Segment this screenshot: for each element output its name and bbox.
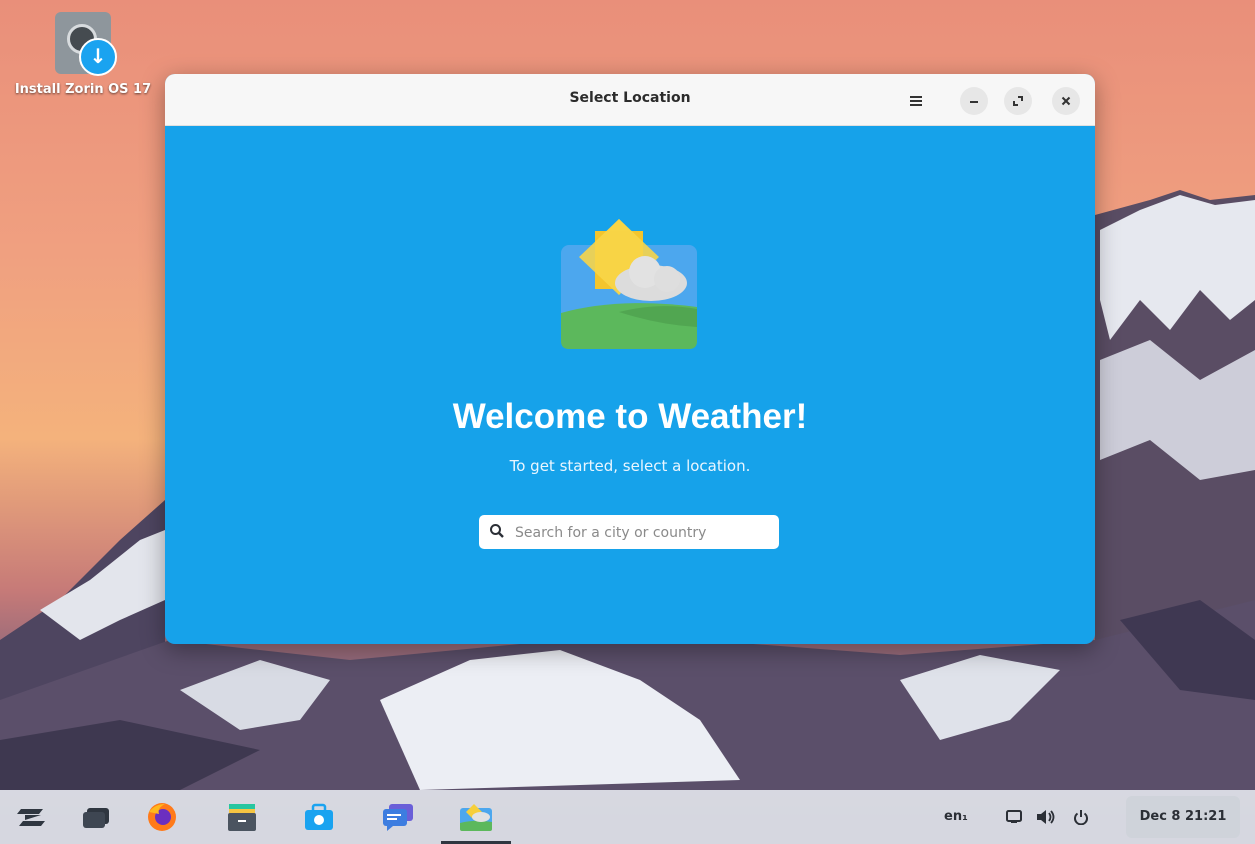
files-launcher[interactable]: [225, 802, 257, 832]
power-icon[interactable]: [1073, 809, 1089, 825]
location-search-box[interactable]: [479, 515, 779, 549]
taskbar: en₁ Dec 8 21:21: [0, 790, 1255, 844]
close-button[interactable]: [1052, 87, 1080, 115]
location-search-input[interactable]: [513, 519, 767, 547]
clock[interactable]: Dec 8 21:21: [1126, 796, 1240, 838]
volume-icon[interactable]: [1036, 809, 1056, 825]
download-icon: ↓: [79, 38, 117, 76]
screen-icon[interactable]: [1006, 810, 1022, 824]
hamburger-menu-icon: [910, 96, 922, 106]
maximize-icon: [1013, 96, 1023, 106]
zorin-menu-button[interactable]: [17, 802, 49, 832]
chat-icon: [383, 804, 413, 831]
workspace-switcher-button[interactable]: [81, 802, 113, 832]
window-title: Select Location: [569, 90, 691, 106]
hamburger-menu-button[interactable]: [902, 87, 930, 115]
weather-launcher[interactable]: [459, 802, 492, 832]
zorin-logo-icon: [17, 809, 45, 826]
firefox-icon: [148, 803, 176, 831]
chat-launcher[interactable]: [381, 802, 413, 832]
firefox-launcher[interactable]: [145, 802, 177, 832]
workspace-switcher-icon: [83, 808, 109, 828]
weather-window: Select Location Welcome to Weather! To g…: [165, 74, 1095, 644]
welcome-heading: Welcome to Weather!: [452, 397, 808, 436]
minimize-button[interactable]: [960, 87, 988, 115]
software-store-icon: [305, 803, 333, 830]
close-icon: [1061, 96, 1071, 106]
desktop-icon-label: Install Zorin OS 17: [14, 82, 152, 97]
weather-app-logo-icon: [561, 219, 697, 349]
files-icon: [228, 804, 256, 831]
drive-icon: ↓: [55, 12, 117, 76]
weather-icon: [460, 804, 492, 831]
maximize-button[interactable]: [1004, 87, 1032, 115]
software-store-launcher[interactable]: [302, 802, 334, 832]
search-icon: [490, 524, 504, 538]
welcome-subtitle: To get started, select a location.: [509, 457, 751, 475]
minimize-icon: [970, 101, 978, 103]
welcome-view: Welcome to Weather! To get started, sele…: [165, 125, 1095, 644]
keyboard-layout-indicator[interactable]: en₁: [944, 809, 968, 824]
window-titlebar[interactable]: Select Location: [165, 74, 1095, 126]
install-zorin-desktop-icon[interactable]: ↓ Install Zorin OS 17: [8, 12, 158, 97]
